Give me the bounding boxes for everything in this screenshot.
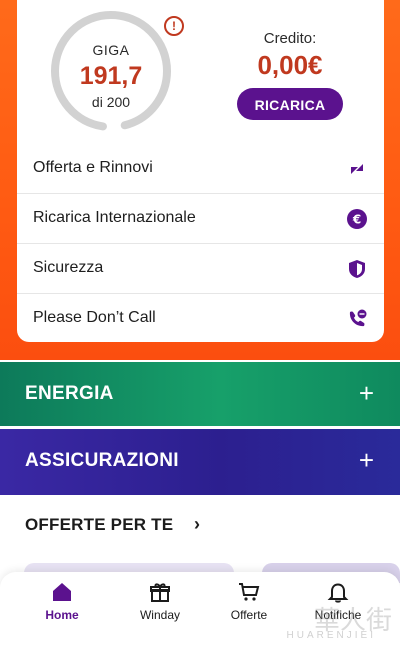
menu-item-label: Please Don’t Call — [33, 309, 156, 326]
watermark-text: HUARENJIEI — [286, 630, 376, 641]
nav-offers-label: Offerte — [230, 608, 268, 622]
nav-home-label: Home — [45, 608, 79, 622]
credit-value: 0,00€ — [257, 50, 323, 80]
alert-circle-icon[interactable]: ! — [164, 16, 184, 36]
data-usage-amount: 191,7 — [79, 62, 143, 90]
offers-heading[interactable]: OFFERTE PER TE — [25, 515, 173, 535]
nav-winday-label: Winday — [139, 608, 180, 622]
cart-icon — [239, 583, 260, 601]
shield-icon — [349, 260, 365, 278]
recharge-button[interactable]: RICARICA — [237, 88, 343, 120]
euro-icon: € — [347, 209, 367, 229]
gift-icon — [150, 583, 170, 602]
chevron-right-icon[interactable]: › — [194, 514, 200, 535]
menu-item-label: Ricarica Internazionale — [33, 209, 196, 226]
section-energy[interactable]: ENERGIA + — [0, 362, 400, 426]
menu-item-security[interactable]: Sicurezza — [17, 243, 384, 293]
home-icon — [53, 583, 71, 601]
menu-item-please-dont-call[interactable]: Please Don’t Call — [17, 293, 384, 343]
nav-offers[interactable]: Offerte — [209, 580, 289, 622]
credit-label: Credito: — [263, 30, 317, 47]
phone-block-icon — [349, 309, 367, 327]
data-usage-total: di 200 — [91, 94, 131, 110]
plus-icon[interactable]: + — [359, 380, 374, 406]
nav-winday[interactable]: Winday — [120, 580, 200, 622]
section-insurance-title: ASSICURAZIONI — [25, 450, 179, 471]
menu-item-offer-renewals[interactable]: Offerta e Rinnovi — [17, 144, 384, 193]
plus-icon[interactable]: + — [359, 447, 374, 473]
account-menu: Offerta e Rinnovi Ricarica Internazional… — [17, 144, 384, 343]
menu-item-international-recharge[interactable]: Ricarica Internazionale € — [17, 193, 384, 243]
account-card: GIGA 191,7 di 200 ! Credito: 0,00€ RICAR… — [17, 0, 384, 342]
svg-text:€: € — [352, 213, 361, 227]
nav-home[interactable]: Home — [22, 580, 102, 622]
data-usage[interactable]: GIGA 191,7 di 200 — [48, 8, 174, 134]
section-insurance[interactable]: ASSICURAZIONI + — [0, 429, 400, 495]
section-energy-title: ENERGIA — [25, 383, 114, 404]
offer-renew-icon — [351, 164, 363, 174]
menu-item-label: Sicurezza — [33, 259, 104, 276]
data-usage-label: GIGA — [92, 42, 130, 58]
menu-item-label: Offerta e Rinnovi — [33, 159, 153, 176]
